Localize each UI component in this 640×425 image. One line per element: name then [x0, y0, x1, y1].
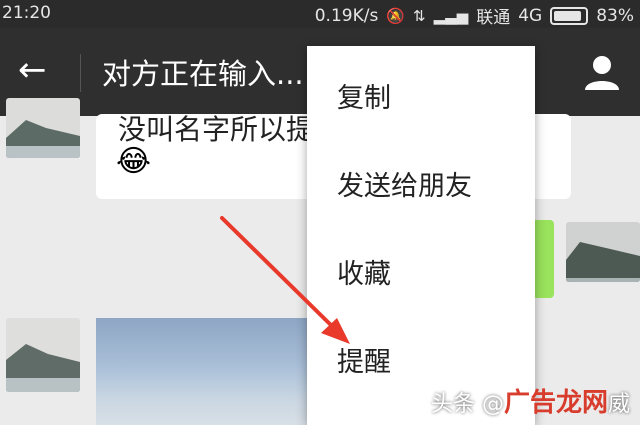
watermark-left-text: 头条 @	[430, 392, 504, 417]
annotation-arrow-icon	[220, 216, 350, 344]
watermark: 头条 @广告龙网威	[431, 382, 630, 419]
watermark-brand: 广告龙网	[503, 388, 608, 418]
watermark-right-text: 威	[607, 392, 630, 417]
